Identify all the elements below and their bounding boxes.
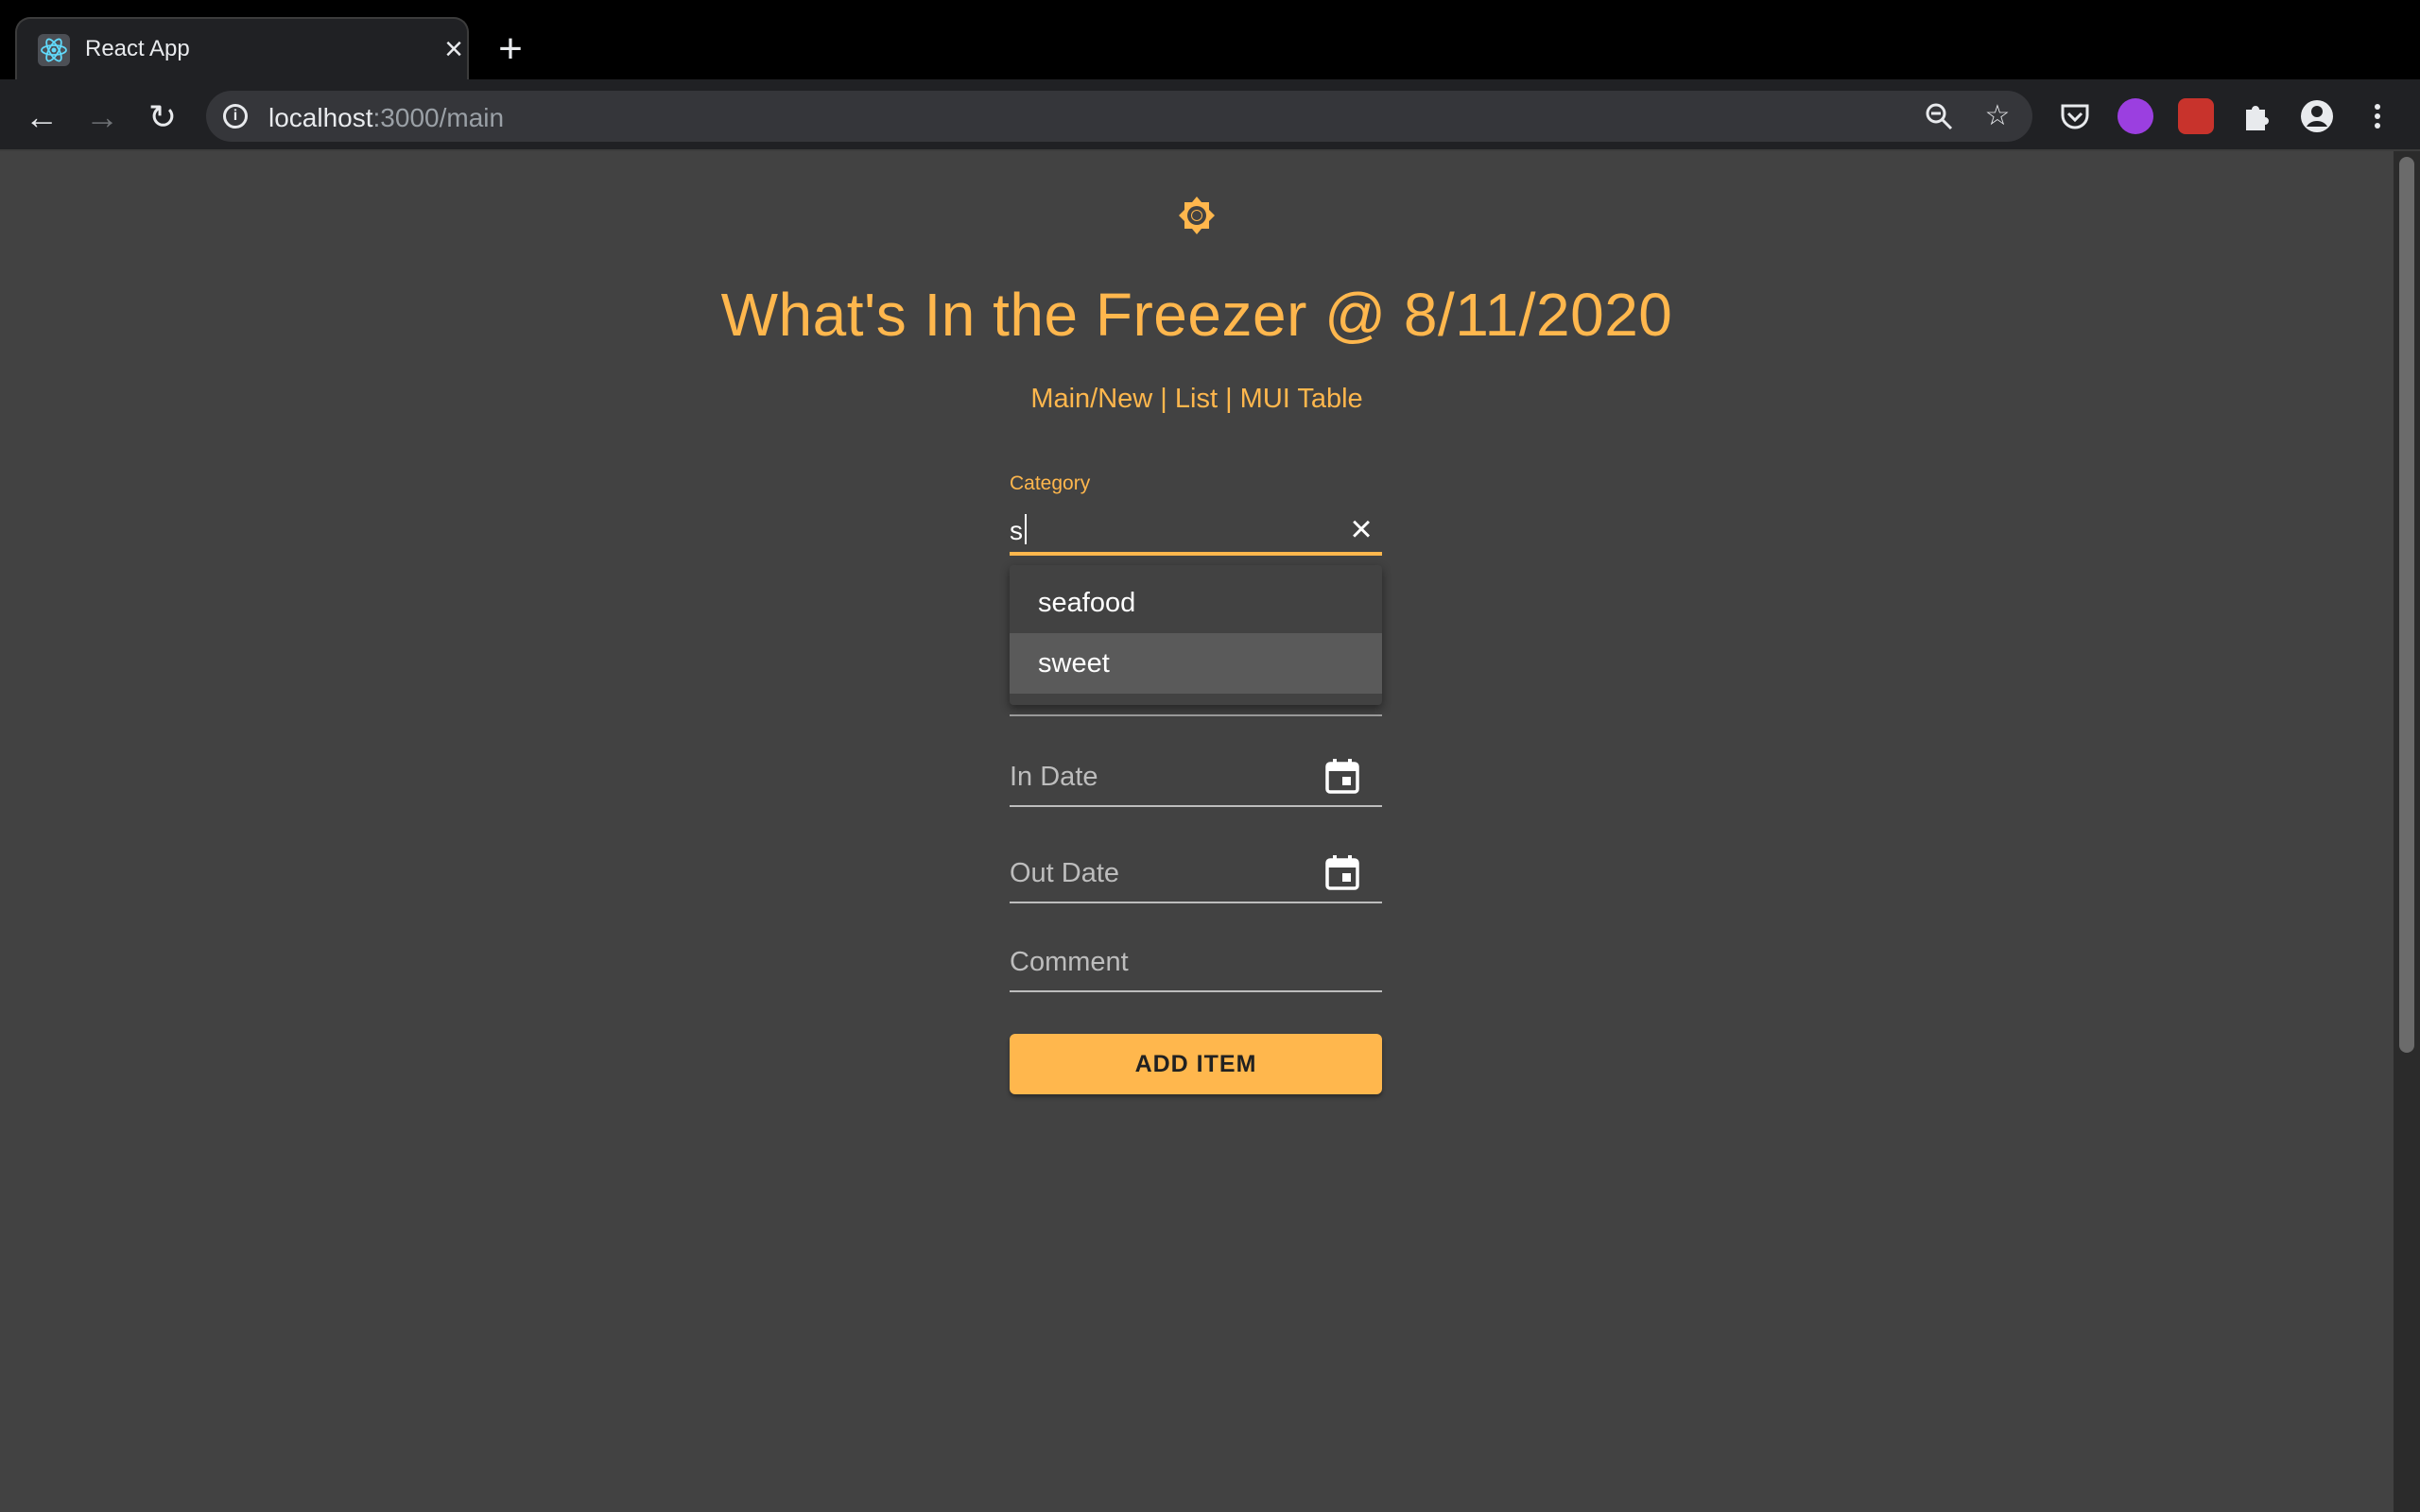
star-icon[interactable]: ☆	[1981, 100, 2014, 132]
clear-icon[interactable]: ×	[1342, 510, 1380, 548]
out-date-label: Out Date	[1010, 858, 1120, 888]
comment-label: Comment	[1010, 947, 1129, 977]
tab-title: React App	[85, 36, 190, 61]
new-tab-plus-icon[interactable]: +	[488, 28, 533, 74]
back-icon[interactable]: ←	[21, 96, 62, 138]
category-value: s	[1010, 516, 1023, 545]
react-favicon-icon	[38, 34, 70, 66]
in-date-label: In Date	[1010, 762, 1098, 792]
page-title: What's In the Freezer @ 8/11/2020	[720, 281, 1673, 349]
extension-icon[interactable]	[2118, 98, 2153, 134]
option-sweet[interactable]: sweet	[1010, 633, 1382, 694]
reload-icon[interactable]: ↻	[142, 96, 183, 138]
page-content	[0, 151, 2394, 1512]
category-label: Category	[1010, 472, 1091, 494]
category-dropdown: seafood sweet	[1010, 565, 1382, 705]
in-date-field[interactable]: In Date	[1010, 750, 1382, 807]
browser-tab[interactable]: React App ×	[15, 17, 469, 79]
text-caret	[1025, 514, 1027, 544]
category-input[interactable]: s ×	[1010, 510, 1382, 556]
add-item-button[interactable]: ADD ITEM	[1010, 1034, 1382, 1094]
out-date-field[interactable]: Out Date	[1010, 847, 1382, 903]
close-tab-icon[interactable]: ×	[437, 32, 471, 66]
menu-icon[interactable]	[2360, 98, 2395, 134]
nav-links[interactable]: Main/New | List | MUI Table	[0, 384, 2394, 415]
address-bar[interactable]: i localhost:3000/main ☆	[206, 91, 2032, 142]
scrollbar[interactable]	[2394, 151, 2420, 1512]
extension-icon[interactable]	[2178, 98, 2214, 134]
tab-strip: React App × +	[0, 0, 2420, 79]
pocket-icon[interactable]	[2057, 98, 2093, 134]
url-text: localhost:3000/main	[268, 103, 505, 132]
calendar-icon[interactable]	[1325, 758, 1359, 794]
scroll-thumb[interactable]	[2399, 157, 2414, 1053]
option-seafood[interactable]: seafood	[1010, 573, 1382, 633]
info-icon[interactable]: i	[223, 104, 248, 129]
hidden-field-underline	[1010, 714, 1382, 716]
zoom-icon[interactable]	[1923, 100, 1955, 132]
account-icon[interactable]	[2299, 98, 2335, 134]
brightness-icon[interactable]	[1176, 195, 1218, 236]
puzzle-icon[interactable]	[2238, 98, 2274, 134]
browser-toolbar: ← → ↻ i localhost:3000/main ☆	[0, 79, 2420, 151]
comment-field[interactable]: Comment	[1010, 936, 1382, 992]
calendar-icon[interactable]	[1325, 854, 1359, 890]
forward-icon[interactable]: →	[81, 96, 123, 138]
